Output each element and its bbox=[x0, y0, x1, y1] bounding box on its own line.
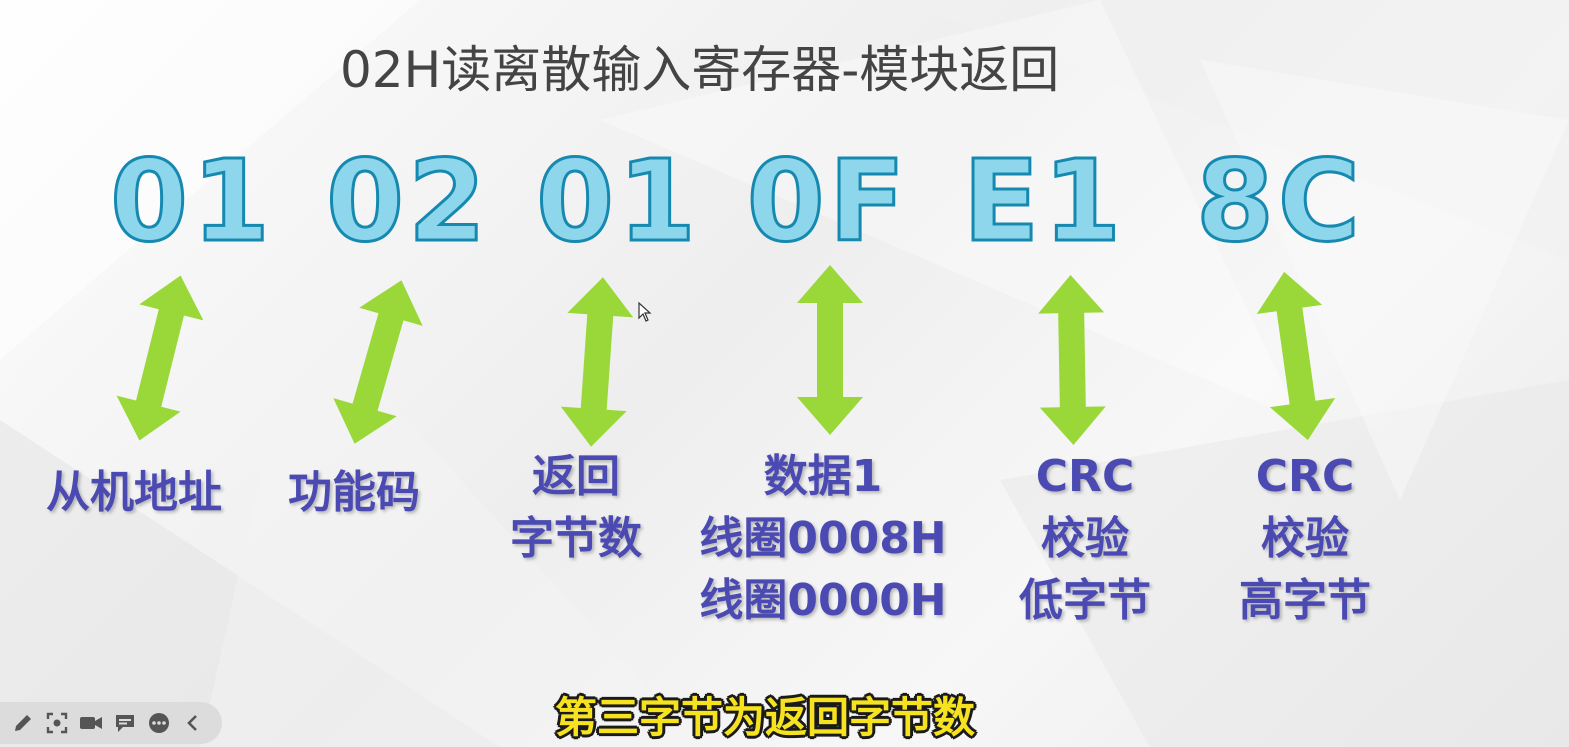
collapse-chevron-icon[interactable] bbox=[176, 706, 210, 740]
pen-icon[interactable] bbox=[6, 706, 40, 740]
byte-6-label: CRC 校验 高字节 bbox=[1239, 451, 1371, 626]
byte-5-label: CRC 校验 低字节 bbox=[1019, 451, 1151, 626]
byte-2-label: 功能码 bbox=[288, 467, 420, 518]
byte-3-hex: 01 bbox=[536, 137, 700, 267]
byte-1-label: 从机地址 bbox=[46, 467, 222, 518]
byte-2-hex: 02 bbox=[326, 137, 490, 267]
mouse-cursor-icon bbox=[638, 302, 652, 322]
byte-3-label: 返回 字节数 bbox=[510, 451, 642, 564]
hex-bytes: 01 02 01 0F E1 8C bbox=[109, 136, 1364, 269]
byte-1-hex: 01 bbox=[110, 137, 274, 267]
byte-5-hex: E1 bbox=[963, 137, 1125, 267]
byte-6-hex: 8C bbox=[1196, 137, 1364, 267]
byte-4-label: 数据1 线圈0008H 线圈0000H bbox=[699, 451, 947, 626]
camera-icon[interactable] bbox=[74, 706, 108, 740]
video-subtitle: 第三字节为返回字节数 bbox=[554, 693, 975, 742]
screenshot-icon[interactable] bbox=[40, 706, 74, 740]
comment-icon[interactable] bbox=[108, 706, 142, 740]
byte-4-hex: 0F bbox=[747, 137, 909, 267]
player-toolbar bbox=[0, 702, 222, 744]
more-icon[interactable] bbox=[142, 706, 176, 740]
